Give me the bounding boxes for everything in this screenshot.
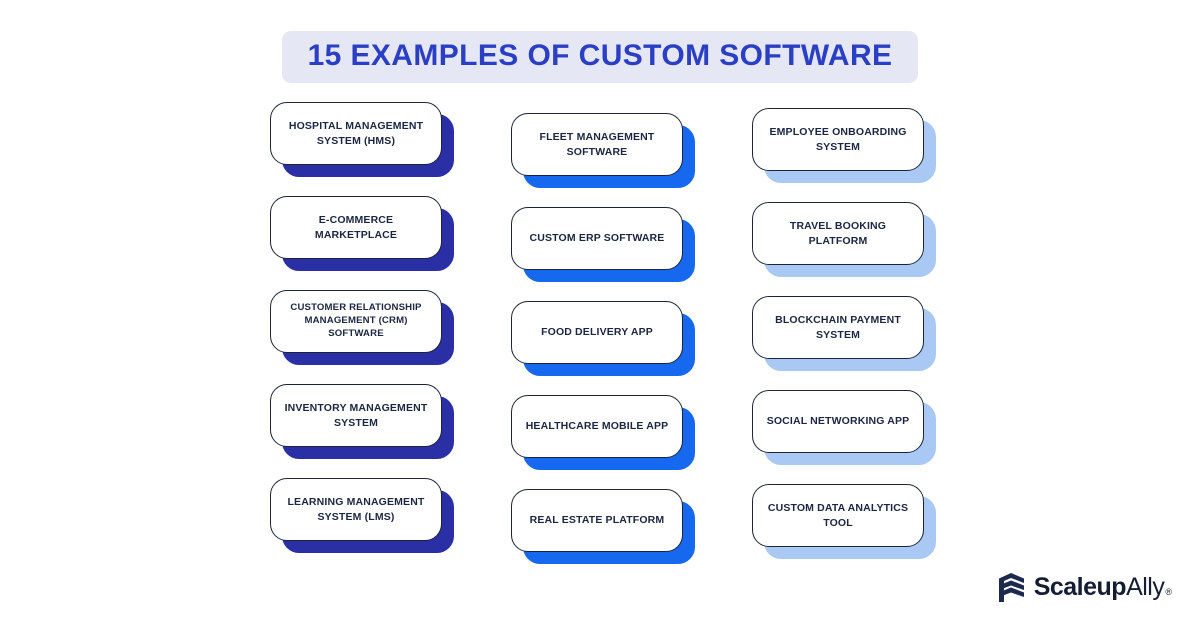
example-card[interactable]: TRAVEL BOOKING PLATFORM — [752, 202, 924, 265]
card-slot: FOOD DELIVERY APP — [511, 301, 695, 395]
page-title-band: 15 EXAMPLES OF CUSTOM SOFTWARE — [281, 31, 919, 83]
scaleupally-logo-icon — [998, 573, 1024, 602]
card-slot: CUSTOM DATA ANALYTICS TOOL — [752, 484, 936, 578]
examples-column-1: HOSPITAL MANAGEMENT SYSTEM (HMS) E-COMMER… — [270, 102, 454, 583]
card-slot: BLOCKCHAIN PAYMENT SYSTEM — [752, 296, 936, 390]
example-card-label: SOCIAL NETWORKING APP — [766, 415, 910, 428]
example-card[interactable]: CUSTOM ERP SOFTWARE — [511, 207, 683, 270]
example-card-label: HEALTHCARE MOBILE APP — [525, 420, 669, 433]
example-card-label: E-COMMERCE MARKETPLACE — [314, 214, 398, 241]
page-title: 15 EXAMPLES OF CUSTOM SOFTWARE — [307, 39, 893, 72]
example-card[interactable]: HEALTHCARE MOBILE APP — [511, 395, 683, 458]
example-card-label: CUSTOM DATA ANALYTICS TOOL — [767, 502, 909, 529]
card-slot: INVENTORY MANAGEMENT SYSTEM — [270, 384, 454, 478]
brand-name-light: Ally — [1126, 573, 1165, 601]
example-card[interactable]: REAL ESTATE PLATFORM — [511, 489, 683, 552]
card-slot: SOCIAL NETWORKING APP — [752, 390, 936, 484]
example-card-label: FLEET MANAGEMENT SOFTWARE — [539, 131, 655, 158]
example-card[interactable]: HOSPITAL MANAGEMENT SYSTEM (HMS) — [270, 102, 442, 165]
card-slot: HOSPITAL MANAGEMENT SYSTEM (HMS) — [270, 102, 454, 196]
card-slot: CUSTOMER RELATIONSHIP MANAGEMENT (CRM) S… — [270, 290, 454, 384]
card-slot: EMPLOYEE ONBOARDING SYSTEM — [752, 108, 936, 202]
example-card-label: TRAVEL BOOKING PLATFORM — [789, 220, 887, 247]
example-card-label: INVENTORY MANAGEMENT SYSTEM — [284, 402, 428, 429]
examples-grid: HOSPITAL MANAGEMENT SYSTEM (HMS) E-COMMER… — [270, 102, 936, 583]
example-card-label: BLOCKCHAIN PAYMENT SYSTEM — [775, 314, 901, 341]
example-card-label: LEARNING MANAGEMENT SYSTEM (LMS) — [287, 496, 425, 523]
example-card[interactable]: EMPLOYEE ONBOARDING SYSTEM — [752, 108, 924, 171]
example-card-label: HOSPITAL MANAGEMENT SYSTEM (HMS) — [288, 120, 424, 147]
card-slot: HEALTHCARE MOBILE APP — [511, 395, 695, 489]
card-slot: REAL ESTATE PLATFORM — [511, 489, 695, 583]
brand-wordmark: Scaleup Ally ® — [1034, 575, 1172, 600]
example-card-label: FOOD DELIVERY APP — [541, 326, 653, 339]
card-slot: TRAVEL BOOKING PLATFORM — [752, 202, 936, 296]
example-card[interactable]: INVENTORY MANAGEMENT SYSTEM — [270, 384, 442, 447]
example-card[interactable]: CUSTOM DATA ANALYTICS TOOL — [752, 484, 924, 547]
example-card[interactable]: FLEET MANAGEMENT SOFTWARE — [511, 113, 683, 176]
card-slot: E-COMMERCE MARKETPLACE — [270, 196, 454, 290]
brand-name-bold: Scaleup — [1033, 573, 1127, 601]
examples-column-2: FLEET MANAGEMENT SOFTWARE CUSTOM ERP SOFT… — [511, 113, 695, 583]
example-card-label: CUSTOMER RELATIONSHIP MANAGEMENT (CRM) S… — [290, 302, 422, 339]
example-card[interactable]: SOCIAL NETWORKING APP — [752, 390, 924, 453]
example-card[interactable]: LEARNING MANAGEMENT SYSTEM (LMS) — [270, 478, 442, 541]
example-card-label: CUSTOM ERP SOFTWARE — [529, 232, 665, 245]
card-slot: FLEET MANAGEMENT SOFTWARE — [511, 113, 695, 207]
brand-logo: Scaleup Ally ® — [996, 571, 1172, 604]
card-slot: LEARNING MANAGEMENT SYSTEM (LMS) — [270, 478, 454, 572]
card-slot: CUSTOM ERP SOFTWARE — [511, 207, 695, 301]
examples-column-3: EMPLOYEE ONBOARDING SYSTEM TRAVEL BOOKING… — [752, 108, 936, 583]
example-card[interactable]: E-COMMERCE MARKETPLACE — [270, 196, 442, 259]
example-card-label: REAL ESTATE PLATFORM — [529, 514, 665, 527]
registered-trademark-icon: ® — [1165, 587, 1172, 597]
example-card[interactable]: FOOD DELIVERY APP — [511, 301, 683, 364]
example-card[interactable]: CUSTOMER RELATIONSHIP MANAGEMENT (CRM) S… — [270, 290, 442, 353]
example-card[interactable]: BLOCKCHAIN PAYMENT SYSTEM — [752, 296, 924, 359]
example-card-label: EMPLOYEE ONBOARDING SYSTEM — [769, 126, 907, 153]
page-title-wrap: 15 EXAMPLES OF CUSTOM SOFTWARE — [0, 0, 1200, 83]
